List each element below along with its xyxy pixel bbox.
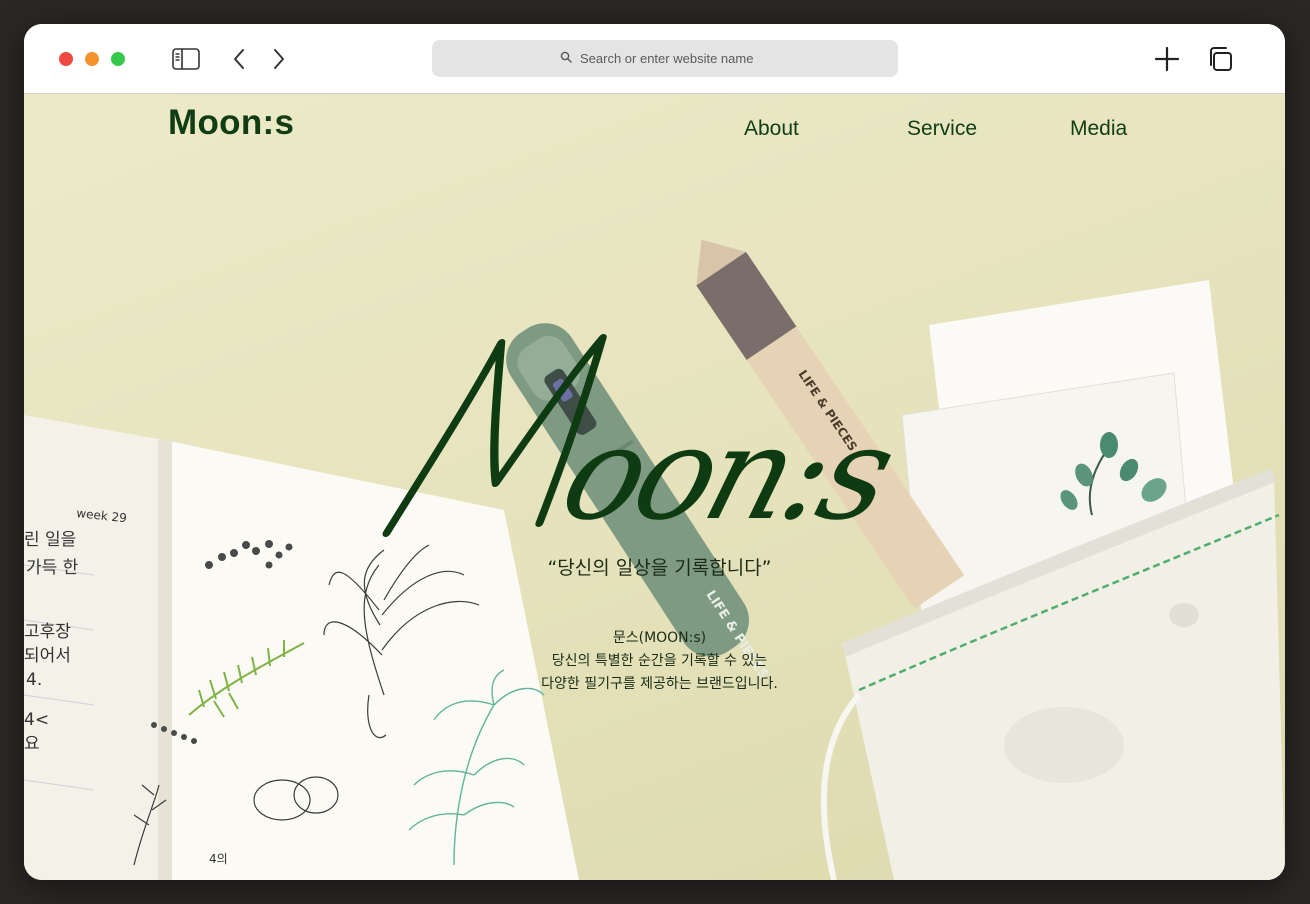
svg-text:요: 요 (24, 734, 40, 754)
hero-photo: week 29 린 일을 가득 한 고후장 되어서 4. 4< 요 4의 LIF… (24, 239, 1285, 880)
site-header: Moon:s About Service Media (24, 95, 1285, 165)
nav-media[interactable]: Media (1070, 117, 1127, 141)
tabs-icon[interactable] (1205, 46, 1235, 72)
minimize-window-button[interactable] (85, 52, 99, 66)
close-window-button[interactable] (59, 52, 73, 66)
back-chevron-icon[interactable] (224, 46, 254, 72)
svg-text:4<: 4< (24, 710, 49, 730)
sidebar-icon[interactable] (171, 46, 201, 72)
svg-text:린 일을: 린 일을 (24, 530, 76, 550)
nav-about[interactable]: About (744, 117, 799, 141)
web-page: week 29 린 일을 가득 한 고후장 되어서 4. 4< 요 4의 LIF… (24, 95, 1285, 880)
nav-service[interactable]: Service (907, 117, 977, 141)
browser-window: week 29 린 일을 가득 한 고후장 되어서 4. 4< 요 4의 (24, 24, 1285, 880)
hero-description-line: 당신의 특별한 순간을 기록할 수 있는 (551, 653, 768, 669)
forward-chevron-icon[interactable] (264, 46, 294, 72)
address-input[interactable] (580, 51, 770, 66)
browser-toolbar (24, 24, 1285, 94)
notebook-note-text: 4의 (209, 852, 228, 866)
hero-description-line: 문스(MOON:s) (612, 630, 707, 646)
site-logo[interactable]: Moon:s (168, 103, 294, 143)
plus-icon[interactable] (1152, 46, 1182, 72)
address-bar[interactable] (432, 40, 898, 77)
hero-description-line: 다양한 필기구를 제공하는 브랜드입니다. (541, 676, 778, 692)
hero-tagline: “당신의 일상을 기록합니다” (547, 557, 772, 579)
svg-text:oon:s: oon:s (547, 399, 907, 548)
search-icon (560, 51, 572, 66)
maximize-window-button[interactable] (111, 52, 125, 66)
